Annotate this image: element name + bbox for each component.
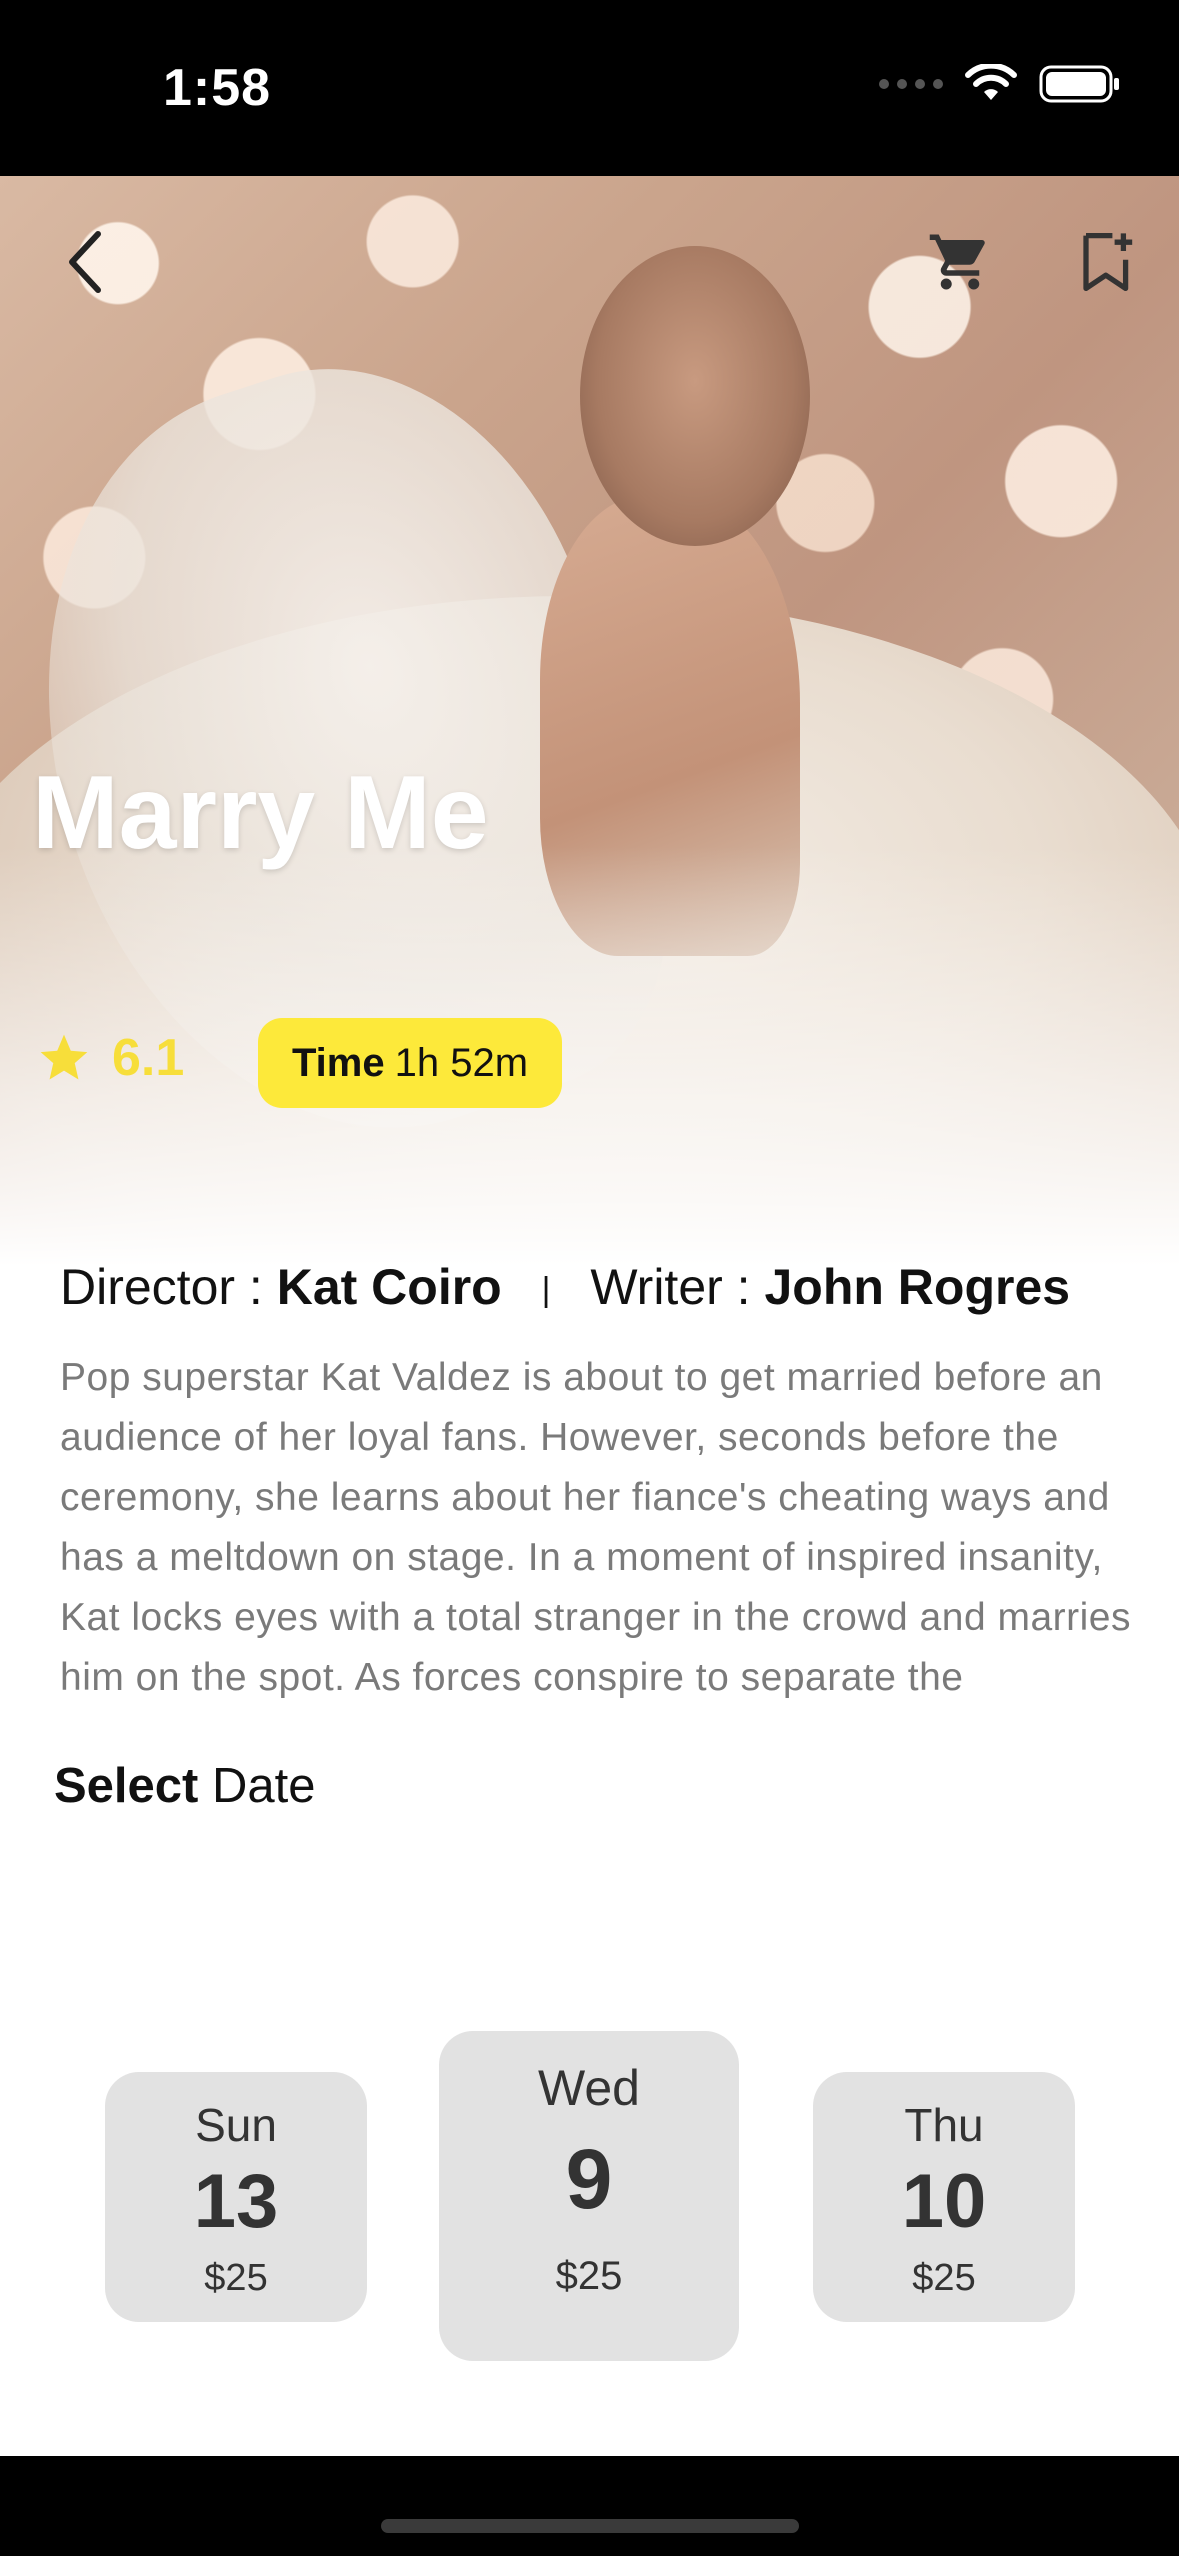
select-date-bold: Select [54,1759,199,1813]
date-day: Thu [904,2099,984,2151]
status-time: 1:58 [163,59,272,117]
poster-head [580,246,810,546]
back-button[interactable] [44,222,124,302]
select-date-heading: Select Date [54,1758,316,1814]
bookmark-add-icon [1083,232,1133,292]
date-day: Wed [538,2060,640,2116]
date-number: 9 [565,2132,613,2226]
signal-icon [879,79,943,89]
synopsis: Pop superstar Kat Valdez is about to get… [60,1356,1131,1699]
date-number: 13 [193,2159,279,2244]
director-label: Director : [60,1259,263,1315]
date-card-sun[interactable]: Sun 13 $25 [105,2072,367,2322]
runtime-value: 1h 52m [394,1040,529,1085]
writer-name: John Rogres [764,1259,1071,1315]
director-name: Kat Coiro [276,1259,502,1315]
home-bar-area [0,2456,1179,2556]
chevron-left-icon [69,231,101,293]
date-card-thu[interactable]: Thu 10 $25 [813,2072,1075,2322]
status-icons [879,64,1121,104]
status-bar: 1:58 [0,0,1179,176]
rating: 6.1 [36,1028,184,1088]
date-price: $25 [555,2254,623,2298]
date-day: Sun [195,2099,277,2151]
home-indicator[interactable] [381,2519,799,2533]
hero-poster: Marry Me 6.1 Time 1h 52m [0,176,1179,1266]
date-price: $25 [204,2257,268,2299]
cart-icon [929,234,985,290]
star-icon [40,1034,88,1080]
bookmark-button[interactable] [1068,222,1148,302]
select-date-rest: Date [212,1759,316,1813]
battery-icon [1039,65,1119,103]
runtime-label: Time [291,1040,385,1085]
wifi-icon [965,64,1017,100]
date-price: $25 [912,2257,976,2299]
movie-detail-screen: Marry Me 6.1 Time 1h 52m Director : Kat … [0,176,1179,2456]
cart-button[interactable] [920,222,1000,302]
runtime-badge: Time 1h 52m [258,1018,562,1108]
date-number: 10 [901,2159,987,2244]
writer-label: Writer : [590,1259,751,1315]
movie-title: Marry Me [32,755,489,871]
credits: Director : Kat Coiro | Writer : John Rog… [60,1258,1070,1316]
credits-separator: | [541,1271,551,1310]
date-card-wed[interactable]: Wed 9 $25 [439,2031,739,2361]
rating-value: 6.1 [112,1029,185,1087]
